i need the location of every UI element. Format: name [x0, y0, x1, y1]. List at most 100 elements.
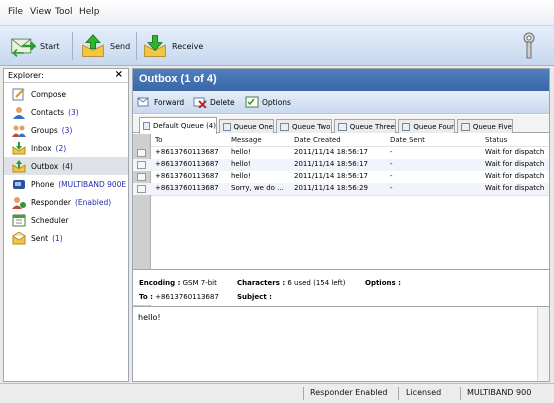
message-text: hello!	[138, 313, 161, 322]
delete-button[interactable]: Delete	[193, 96, 235, 108]
responder-icon	[12, 196, 26, 209]
sidebar-item-inbox[interactable]: Inbox (2)	[4, 139, 128, 157]
table-row[interactable]: +8613760113687 hello! 2011/11/14 18:56:1…	[133, 159, 549, 171]
row-checkbox[interactable]	[137, 173, 146, 181]
start-button[interactable]: Start	[10, 26, 60, 66]
options-icon	[245, 96, 259, 108]
options-detail-label: Options :	[365, 279, 401, 287]
characters-value: 6 used (154 left)	[287, 279, 346, 287]
inbox-icon	[12, 141, 26, 154]
send-icon	[82, 34, 104, 57]
settings-key-icon[interactable]	[522, 32, 536, 60]
sidebar-item-label: Compose	[31, 89, 67, 99]
queue-tabs: Default Queue (4) Queue One Queue Two Qu…	[133, 115, 549, 134]
row-checkbox[interactable]	[137, 185, 146, 193]
outbox-header: Outbox (1 of 4)	[133, 69, 549, 91]
queue-icon	[223, 122, 231, 131]
cell-date-sent: -	[390, 148, 393, 156]
status-separator	[303, 387, 304, 400]
sidebar-item-label: Scheduler	[31, 215, 69, 225]
cell-to: +8613760113687	[155, 172, 219, 180]
to-value: +8613760113687	[155, 293, 219, 301]
column-header-to[interactable]: To	[155, 136, 162, 144]
cell-message: Sorry, we do ...	[231, 184, 284, 192]
to-label: To :	[139, 293, 153, 301]
cell-date-sent: -	[390, 172, 393, 180]
menu-file[interactable]: File	[8, 7, 23, 17]
sidebar-item-scheduler[interactable]: Scheduler	[4, 211, 128, 229]
menu-view[interactable]: View	[30, 7, 51, 17]
sent-icon	[12, 231, 26, 244]
contacts-icon	[13, 106, 25, 119]
status-bar: Responder Enabled Licensed MULTIBAND 900	[0, 383, 554, 403]
cell-message: hello!	[231, 160, 251, 168]
send-button[interactable]: Send	[80, 26, 130, 66]
queue-icon	[338, 122, 347, 131]
message-scrollbar[interactable]	[537, 307, 549, 381]
tab-queue-four[interactable]: Queue Four	[398, 119, 455, 133]
phone-icon	[13, 179, 25, 189]
tab-queue-five[interactable]: Queue Five	[457, 119, 513, 133]
sidebar-item-count: (4)	[62, 161, 73, 171]
row-checkbox[interactable]	[137, 149, 146, 157]
sidebar-item-contacts[interactable]: Contacts (3)	[4, 103, 128, 121]
cell-to: +8613760113687	[155, 148, 219, 156]
receive-label: Receive	[172, 41, 204, 51]
sidebar-item-phone[interactable]: Phone (MULTIBAND 900E	[4, 175, 128, 193]
sidebar-item-groups[interactable]: Groups (3)	[4, 121, 128, 139]
delete-icon	[193, 97, 207, 108]
cell-status: Wait for dispatch	[485, 184, 545, 192]
groups-icon	[12, 125, 26, 137]
characters-label: Characters :	[237, 279, 286, 287]
explorer-header: Explorer: ×	[4, 69, 128, 83]
forward-button[interactable]: Forward	[137, 96, 184, 108]
compose-icon	[12, 87, 25, 100]
sidebar-item-label: Contacts	[31, 107, 65, 117]
explorer-title: Explorer:	[8, 71, 44, 80]
cell-date-created: 2011/11/14 18:56:17	[294, 172, 369, 180]
calendar-icon	[12, 214, 26, 226]
sidebar-item-outbox[interactable]: Outbox (4)	[4, 157, 128, 175]
tab-queue-two[interactable]: Queue Two	[276, 119, 332, 133]
column-header-date-sent[interactable]: Date Sent	[390, 136, 425, 144]
sidebar-item-compose[interactable]: Compose	[4, 85, 128, 103]
row-checkbox[interactable]	[137, 161, 146, 169]
delete-label: Delete	[210, 97, 235, 107]
encoding-label: Encoding :	[139, 279, 181, 287]
tab-label: Default Queue (4)	[153, 122, 216, 130]
start-icon	[11, 38, 36, 58]
cell-date-created: 2011/11/14 18:56:17	[294, 160, 369, 168]
column-header-date-created[interactable]: Date Created	[294, 136, 341, 144]
tab-default-queue[interactable]: Default Queue (4)	[139, 117, 217, 134]
close-icon[interactable]: ×	[115, 69, 123, 80]
column-header-status[interactable]: Status	[485, 136, 507, 144]
message-body[interactable]: hello!	[132, 306, 550, 382]
cell-status: Wait for dispatch	[485, 160, 545, 168]
tab-queue-three[interactable]: Queue Three	[334, 119, 396, 133]
sidebar-item-count: (1)	[52, 233, 63, 243]
receive-button[interactable]: Receive	[142, 26, 203, 66]
menu-help[interactable]: Help	[79, 7, 100, 17]
message-details: Encoding : GSM 7-bit Characters : 6 used…	[133, 269, 549, 305]
options-button[interactable]: Options	[245, 96, 291, 108]
sidebar-item-label: Outbox	[31, 161, 59, 171]
table-row[interactable]: +8613760113687 hello! 2011/11/14 18:56:1…	[133, 147, 549, 159]
column-header-message[interactable]: Message	[231, 136, 262, 144]
subject-label: Subject :	[237, 293, 272, 301]
forward-label: Forward	[154, 97, 185, 107]
table-row[interactable]: +8613760113687 hello! 2011/11/14 18:56:1…	[133, 171, 549, 183]
sidebar-item-count: (Enabled)	[74, 197, 112, 207]
sidebar-item-label: Groups	[31, 125, 58, 135]
cell-to: +8613760113687	[155, 184, 219, 192]
page-title: Outbox (1 of 4)	[139, 73, 217, 85]
send-label: Send	[110, 41, 131, 51]
table-row[interactable]: +8613760113687 Sorry, we do ... 2011/11/…	[133, 183, 549, 195]
sidebar-item-count: (2)	[55, 143, 67, 153]
menu-tool[interactable]: Tool	[55, 7, 72, 17]
tab-queue-one[interactable]: Queue One	[219, 119, 274, 133]
menu-bar: File View Tool Help	[0, 0, 554, 26]
queue-icon	[461, 122, 470, 131]
sidebar-item-responder[interactable]: Responder (Enabled)	[4, 193, 128, 211]
cell-date-created: 2011/11/14 18:56:29	[294, 184, 369, 192]
sidebar-item-sent[interactable]: Sent (1)	[4, 229, 128, 247]
